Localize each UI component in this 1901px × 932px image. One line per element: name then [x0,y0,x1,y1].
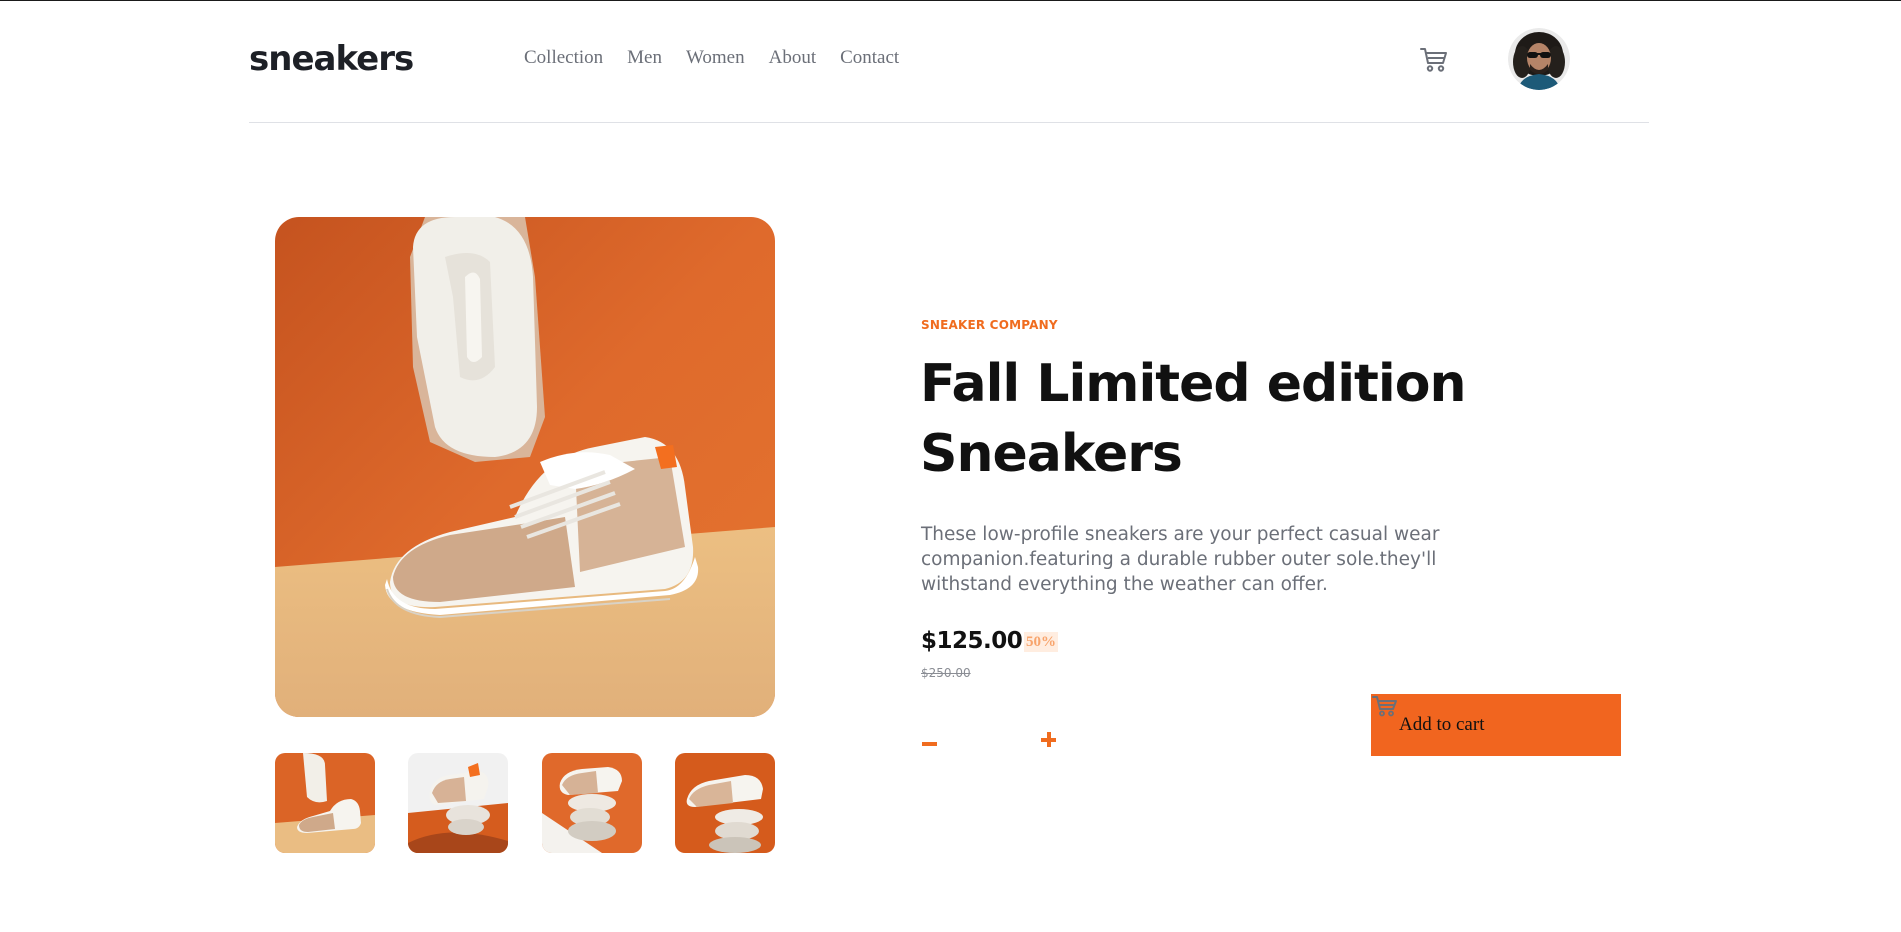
add-to-cart-label: Add to cart [1399,714,1485,735]
nav-men[interactable]: Men [627,46,662,70]
thumbnail-2[interactable] [408,753,508,853]
quantity-value [960,729,1040,757]
thumbnail-1[interactable] [275,753,375,853]
product-description: These low-profile sneakers are your perf… [921,524,1440,595]
thumbnail-4[interactable] [675,753,775,853]
thumbnail-1-image [275,753,375,853]
sneaker-product-photo [275,217,775,717]
thumbnail-3-image [542,753,642,853]
nav-contact[interactable]: Contact [840,46,899,70]
quantity-decrease-button[interactable] [921,729,939,757]
cart-icon [1420,48,1447,72]
main-product-image[interactable] [275,217,775,717]
logo[interactable]: sneakers [249,37,414,81]
nav-collection[interactable]: Collection [524,46,603,70]
nav-women[interactable]: Women [686,46,745,70]
original-price: $250.00 [921,666,971,680]
minus-icon [922,742,937,746]
user-avatar-icon [1508,28,1570,90]
thumbnail-3[interactable] [542,753,642,853]
nav-about[interactable]: About [769,46,817,70]
avatar[interactable] [1508,28,1570,90]
cart-icon [1372,696,1397,717]
product-title: Fall Limited edition Sneakers [920,354,1466,484]
site-header: sneakers Collection Men Women About Cont… [249,1,1649,123]
add-to-cart-button[interactable]: Add to cart [1371,694,1621,756]
main-nav: Collection Men Women About Contact [524,46,899,70]
company-label: SNEAKER COMPANY [921,318,1058,332]
cart-button[interactable] [1418,43,1450,75]
quantity-increase-button[interactable] [1040,729,1058,751]
current-price: $125.00 [921,628,1023,654]
discount-badge: 50% [1024,632,1058,652]
thumbnail-2-image [408,753,508,853]
thumbnail-4-image [675,753,775,853]
